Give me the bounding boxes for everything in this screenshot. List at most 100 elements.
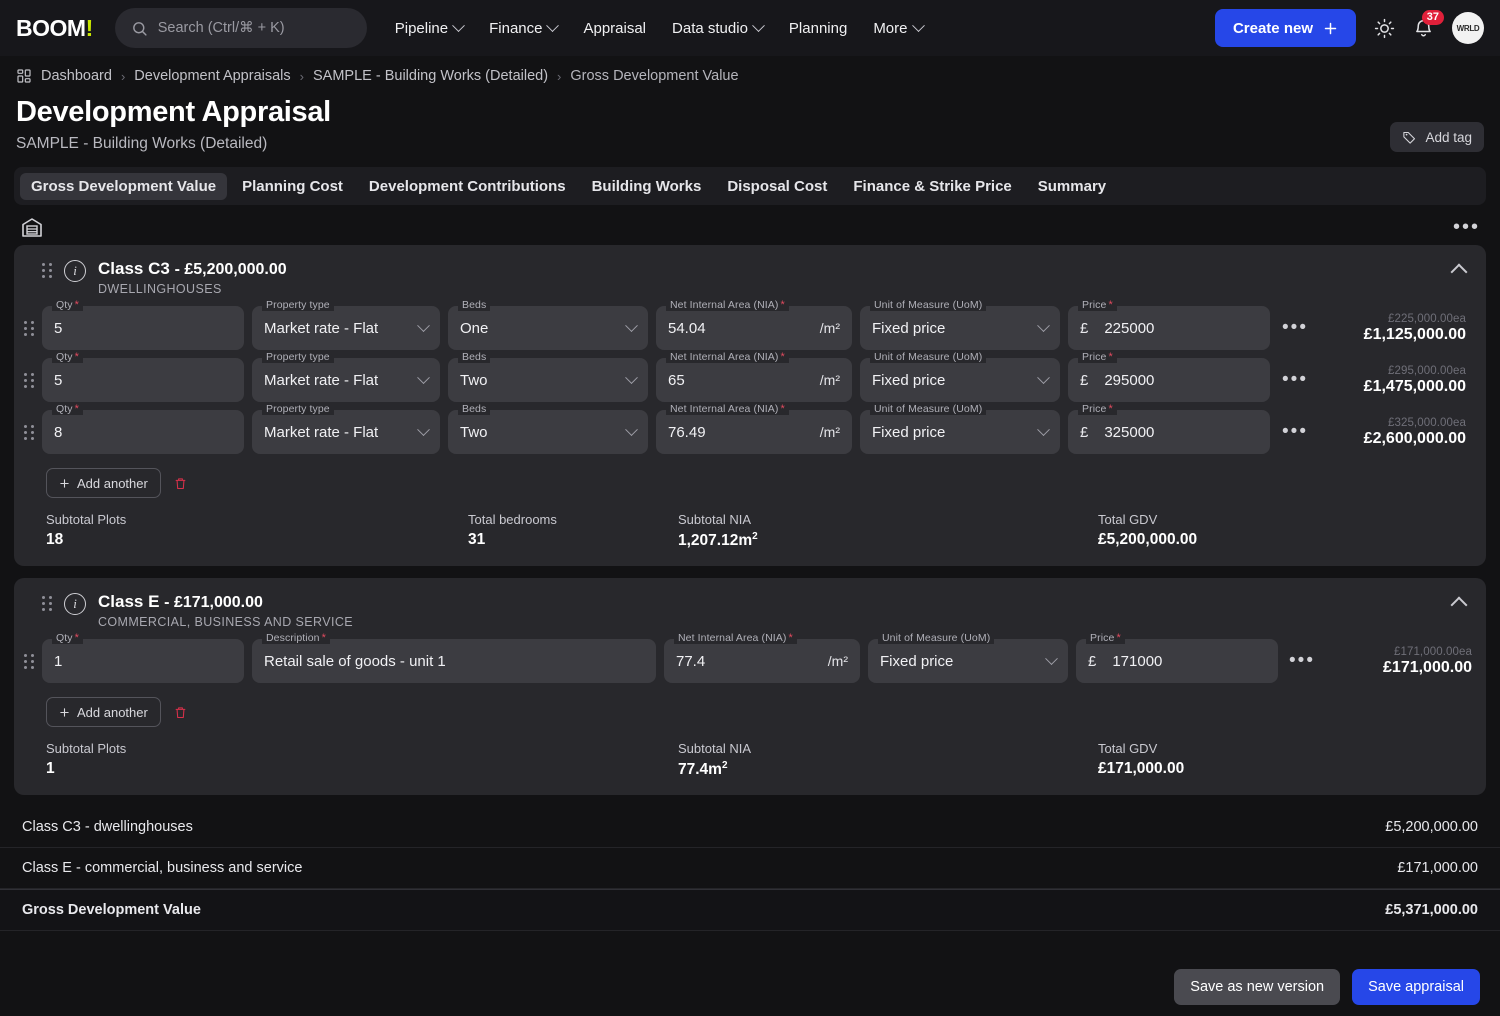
nia-field[interactable]: Net Internal Area (NIA) * 77.4 /m² xyxy=(664,632,860,684)
property-type-select[interactable]: Property type Market rate - Flat xyxy=(252,351,440,402)
property-type-value: Market rate - Flat xyxy=(264,423,379,441)
description-label: Description * xyxy=(262,632,331,645)
info-icon[interactable]: i xyxy=(64,260,86,282)
row-total: £225,000.00ea £1,125,000.00 xyxy=(1320,313,1470,344)
row-more-options-button[interactable]: ••• xyxy=(1278,318,1312,337)
chevron-down-icon xyxy=(625,370,638,384)
nia-field[interactable]: Net Internal Area (NIA) * 54.04 /m² xyxy=(656,299,852,350)
price-field[interactable]: Price * £ 295000 xyxy=(1068,351,1270,402)
price-field[interactable]: Price * £ 225000 xyxy=(1068,299,1270,350)
drag-handle-icon[interactable] xyxy=(24,372,34,388)
notification-badge: 37 xyxy=(1421,9,1444,25)
page-subtitle: SAMPLE - Building Works (Detailed) xyxy=(16,135,268,152)
tab-building-works[interactable]: Building Works xyxy=(581,173,713,200)
row-more-options-button[interactable]: ••• xyxy=(1278,370,1312,389)
qty-field[interactable]: Qty * 1 xyxy=(42,632,244,684)
price-field[interactable]: Price * £ 171000 xyxy=(1076,632,1278,684)
total-gdv: Total GDV £5,200,000.00 xyxy=(1098,512,1197,550)
beds-select[interactable]: Beds Two xyxy=(448,403,648,454)
beds-select[interactable]: Beds Two xyxy=(448,351,648,402)
plus-icon xyxy=(60,478,69,488)
breadcrumb-item-gross-development-value[interactable]: Gross Development Value xyxy=(570,68,738,84)
chevron-down-icon xyxy=(546,18,560,32)
tab-gross-development-value[interactable]: Gross Development Value xyxy=(20,172,228,200)
info-icon[interactable]: i xyxy=(64,593,86,616)
search-input[interactable]: Search (Ctrl/⌘ + K) xyxy=(114,8,367,48)
drag-handle-icon[interactable] xyxy=(42,595,52,611)
delete-button[interactable] xyxy=(173,476,188,491)
nav-item-more[interactable]: More xyxy=(873,18,925,37)
uom-value: Fixed price xyxy=(880,652,954,670)
add-tag-button[interactable]: Add tag xyxy=(1390,122,1484,152)
avatar[interactable]: WRLD xyxy=(1452,12,1484,44)
description-field[interactable]: Description * Retail sale of goods - unit… xyxy=(252,632,656,684)
breadcrumb-separator-icon: › xyxy=(557,68,562,84)
tab-summary[interactable]: Summary xyxy=(1027,173,1117,200)
row-unit-price: £225,000.00ea xyxy=(1387,312,1466,325)
save-appraisal-button[interactable]: Save appraisal xyxy=(1352,969,1480,1005)
theme-toggle-button[interactable] xyxy=(1374,18,1395,39)
trash-icon xyxy=(175,707,186,718)
nav-item-pipeline[interactable]: Pipeline xyxy=(395,18,465,37)
class-c3-card: i Class C3 - £5,200,000.00 DWELLINGHOUSE… xyxy=(14,245,1486,567)
price-label: Price * xyxy=(1078,403,1117,415)
notifications-button[interactable]: 37 xyxy=(1413,9,1444,39)
drag-handle-icon[interactable] xyxy=(24,653,34,669)
breadcrumb-item-sample-building-works[interactable]: SAMPLE - Building Works (Detailed) xyxy=(313,68,548,84)
uom-label: Unit of Measure (UoM) xyxy=(870,351,987,363)
drag-handle-icon[interactable] xyxy=(24,424,34,440)
save-as-new-version-button[interactable]: Save as new version xyxy=(1174,969,1341,1005)
row-more-options-button[interactable]: ••• xyxy=(1286,651,1318,670)
building-icon[interactable] xyxy=(20,215,44,239)
section-toolbar: ••• xyxy=(0,205,1500,245)
summary-value: £171,000.00 xyxy=(1397,860,1478,877)
price-field[interactable]: Price * £ 325000 xyxy=(1068,403,1270,454)
breadcrumb: Dashboard › Development Appraisals › SAM… xyxy=(0,56,1500,90)
nia-field[interactable]: Net Internal Area (NIA) * 76.49 /m² xyxy=(656,403,852,454)
uom-select[interactable]: Unit of Measure (UoM) Fixed price xyxy=(860,299,1060,350)
summary-row-class-e: Class E - commercial, business and servi… xyxy=(0,848,1500,890)
summary-row-gross-development-value: Gross Development Value £5,371,000.00 xyxy=(0,889,1500,932)
qty-field[interactable]: Qty * 5 xyxy=(42,299,244,350)
delete-button[interactable] xyxy=(173,705,188,720)
beds-select[interactable]: Beds One xyxy=(448,299,648,350)
drag-handle-icon[interactable] xyxy=(42,262,52,278)
beds-label: Beds xyxy=(458,403,491,415)
add-another-button[interactable]: Add another xyxy=(46,468,161,498)
nia-field[interactable]: Net Internal Area (NIA) * 65 /m² xyxy=(656,351,852,402)
row-more-options-button[interactable]: ••• xyxy=(1278,422,1312,441)
uom-select[interactable]: Unit of Measure (UoM) Fixed price xyxy=(860,403,1060,454)
collapse-class-c3-button[interactable] xyxy=(1452,263,1468,273)
summary-label: Class E - commercial, business and servi… xyxy=(22,860,303,877)
tab-development-contributions[interactable]: Development Contributions xyxy=(358,173,577,200)
app-logo[interactable]: BOOM! xyxy=(16,15,93,42)
breadcrumb-item-development-appraisals[interactable]: Development Appraisals xyxy=(134,68,290,84)
add-another-label: Add another xyxy=(77,475,148,491)
section-more-options-button[interactable]: ••• xyxy=(1453,217,1480,237)
property-type-select[interactable]: Property type Market rate - Flat xyxy=(252,299,440,350)
collapse-class-e-button[interactable] xyxy=(1452,596,1468,606)
nav-item-appraisal[interactable]: Appraisal xyxy=(583,20,646,37)
tab-disposal-cost[interactable]: Disposal Cost xyxy=(716,173,838,200)
summary-label: Gross Development Value xyxy=(22,902,201,919)
property-type-select[interactable]: Property type Market rate - Flat xyxy=(252,403,440,454)
add-another-button[interactable]: Add another xyxy=(46,697,161,728)
uom-select[interactable]: Unit of Measure (UoM) Fixed price xyxy=(868,632,1068,684)
nav-item-planning[interactable]: Planning xyxy=(789,20,847,37)
uom-value: Fixed price xyxy=(872,319,946,337)
class-e-header: i Class E - £171,000.00 COMMERCIAL, BUSI… xyxy=(24,590,1476,635)
drag-handle-icon[interactable] xyxy=(24,320,34,336)
breadcrumb-item-dashboard[interactable]: Dashboard xyxy=(41,68,112,84)
qty-field[interactable]: Qty * 5 xyxy=(42,351,244,402)
create-new-button[interactable]: Create new xyxy=(1214,9,1356,47)
top-navigation-bar: BOOM! Search (Ctrl/⌘ + K) Pipeline Finan… xyxy=(0,0,1500,56)
nav-item-data-studio[interactable]: Data studio xyxy=(672,18,765,37)
nav-item-finance[interactable]: Finance xyxy=(489,18,560,37)
tab-planning-cost[interactable]: Planning Cost xyxy=(231,173,354,200)
uom-select[interactable]: Unit of Measure (UoM) Fixed price xyxy=(860,351,1060,402)
gdv-summary: Class C3 - dwellinghouses £5,200,000.00 … xyxy=(0,807,1500,932)
tab-finance-strike-price[interactable]: Finance & Strike Price xyxy=(842,173,1022,200)
qty-value: 5 xyxy=(54,371,63,389)
qty-field[interactable]: Qty * 8 xyxy=(42,403,244,454)
price-value: 295000 xyxy=(1104,371,1155,389)
